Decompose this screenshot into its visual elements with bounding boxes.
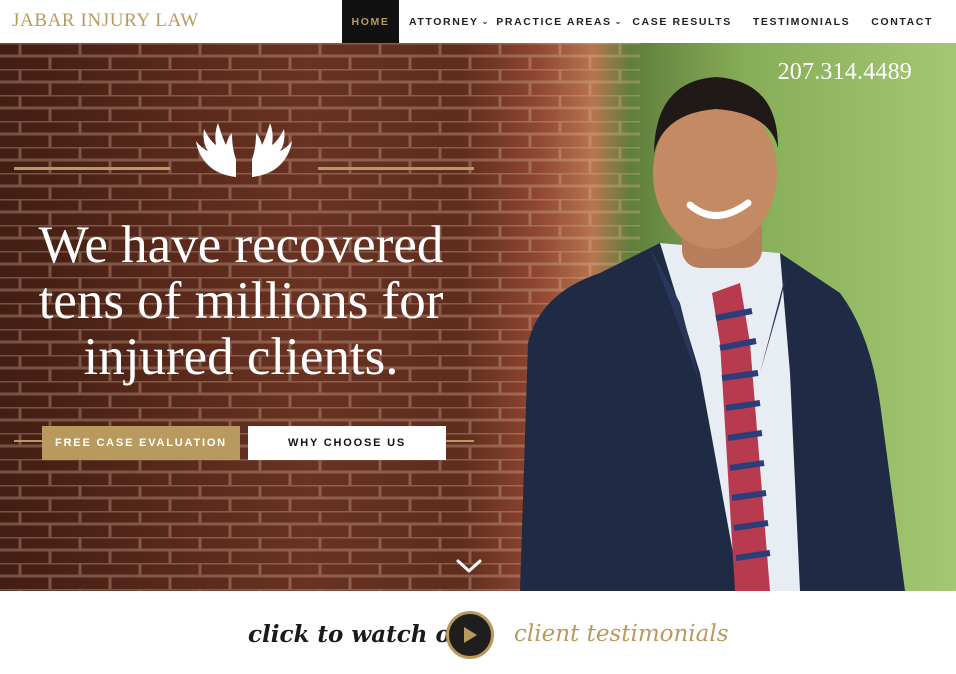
hero-headline: We have recovered tens of millions for i… (6, 217, 476, 385)
headline-line: injured clients. (83, 328, 399, 386)
free-case-evaluation-button[interactable]: FREE CASE EVALUATION (42, 426, 240, 460)
nav-item-contact[interactable]: CONTACT (871, 0, 933, 43)
nav-item-practice-areas[interactable]: PRACTICE AREAS ⌄ (496, 0, 621, 43)
hero-banner: 207.314.4489 We have recovered tens of m… (0, 43, 956, 591)
play-button[interactable] (446, 611, 494, 659)
client-testimonials-link[interactable]: client testimonials (514, 621, 729, 647)
watch-lead-text: click to watch our (248, 621, 480, 648)
antlers-icon (196, 123, 292, 177)
decorative-rule-left (14, 167, 170, 170)
main-menu: HOME ATTORNEY ⌄ PRACTICE AREAS ⌄ CASE RESU… (342, 0, 933, 43)
nav-item-attorney[interactable]: ATTORNEY ⌄ (409, 0, 488, 43)
button-rule-left (14, 440, 44, 442)
top-navigation: JABAR INJURY LAW HOME ATTORNEY ⌄ PRACTICE… (0, 0, 956, 43)
chevron-down-icon: ⌄ (481, 17, 489, 26)
nav-item-case-results[interactable]: CASE RESULTS (632, 0, 732, 43)
nav-item-label: CASE RESULTS (632, 15, 732, 28)
headline-line: tens of millions for (38, 272, 444, 330)
nav-item-label: TESTIMONIALS (752, 15, 851, 28)
headline-line: We have recovered (38, 216, 444, 274)
decorative-rule-right (318, 167, 474, 170)
nav-item-label: CONTACT (871, 15, 933, 28)
play-icon (464, 627, 477, 643)
chevron-down-icon[interactable] (456, 558, 482, 574)
nav-item-home[interactable]: HOME (342, 0, 399, 43)
phone-number[interactable]: 207.314.4489 (778, 59, 912, 86)
nav-item-label: PRACTICE AREAS (496, 15, 612, 28)
testimonials-strip: click to watch our client testimonials (0, 591, 956, 674)
button-rule-right (446, 440, 474, 442)
why-choose-us-button[interactable]: WHY CHOOSE US (248, 426, 446, 460)
nav-item-label: ATTORNEY (409, 15, 479, 28)
nav-item-label: HOME (351, 15, 390, 28)
site-logo[interactable]: JABAR INJURY LAW (12, 10, 199, 32)
chevron-down-icon: ⌄ (614, 17, 622, 26)
nav-item-testimonials[interactable]: TESTIMONIALS (753, 0, 850, 43)
